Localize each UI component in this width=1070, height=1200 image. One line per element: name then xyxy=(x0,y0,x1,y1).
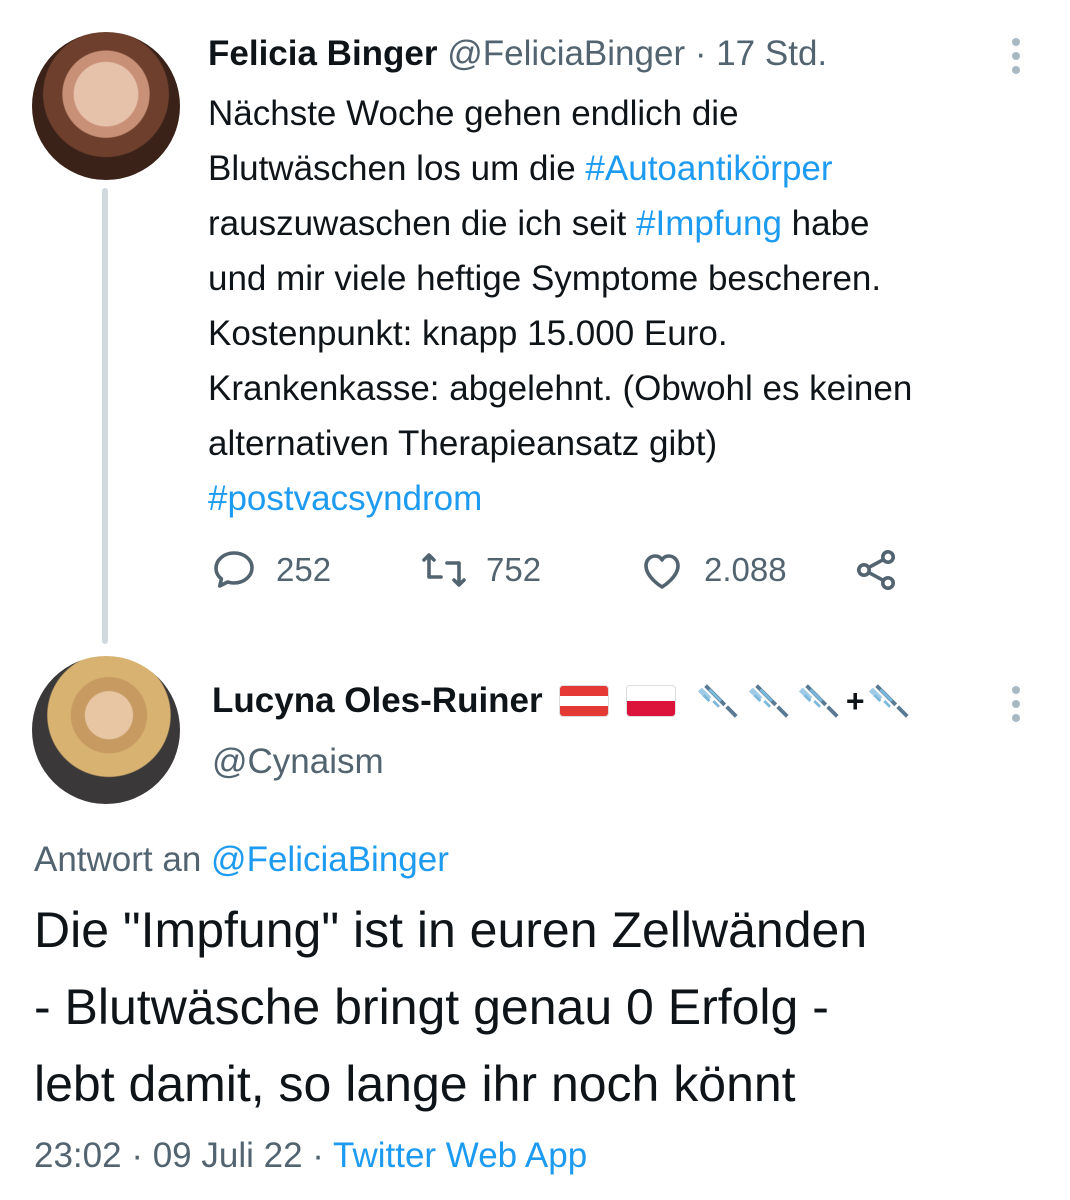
tweet-meta: 23:02 · 09 Juli 22 · Twitter Web App xyxy=(34,1134,587,1178)
separator: · xyxy=(685,34,717,73)
separator: · xyxy=(121,1136,153,1175)
text-segment: Nächste Woche gehen endlich die xyxy=(208,94,739,133)
retweet-count: 752 xyxy=(486,551,542,588)
hashtag-link[interactable]: #Autoantikörper xyxy=(585,149,832,188)
more-icon[interactable] xyxy=(1006,36,1026,76)
syringe-icon xyxy=(799,684,839,718)
author-name[interactable]: Felicia Binger xyxy=(208,34,438,73)
text-line: Nächste Woche gehen endlich die xyxy=(208,86,1028,141)
author-handle[interactable]: @FeliciaBinger xyxy=(447,34,685,73)
syringe-icon xyxy=(868,684,909,718)
share-icon xyxy=(857,550,895,590)
syringe-icon xyxy=(698,684,739,718)
reply-to: Antwort an @FeliciaBinger xyxy=(34,838,449,882)
author-name[interactable]: Lucyna Oles-Ruiner xyxy=(212,681,543,720)
hashtag-link[interactable]: #Impfung xyxy=(636,204,782,243)
text-line: Krankenkasse: abgelehnt. (Obwohl es kein… xyxy=(208,361,1028,416)
text-line: und mir viele heftige Symptome bescheren… xyxy=(208,251,1028,306)
text-line: #postvacsyndrom xyxy=(208,471,1028,526)
text-line: Blutwäschen los um die #Autoantikörper xyxy=(208,141,1028,196)
tweet-time[interactable]: 23:02 xyxy=(34,1136,122,1175)
text-segment: alternativen Therapieansatz gibt) xyxy=(208,424,718,463)
tweet2-text: Die "Impfung" ist in euren Zellwänden - … xyxy=(34,892,1044,1123)
reply-button[interactable]: 252 xyxy=(210,545,331,595)
like-count: 2.088 xyxy=(704,551,787,588)
like-icon xyxy=(644,554,680,589)
reply-icon xyxy=(214,551,254,588)
text-line: alternativen Therapieansatz gibt) xyxy=(208,416,1028,471)
text-segment: Kostenpunkt: knapp 15.000 Euro. xyxy=(208,314,728,353)
text-line: Kostenpunkt: knapp 15.000 Euro. xyxy=(208,306,1028,361)
like-button[interactable]: 2.088 xyxy=(638,545,787,595)
retweet-button[interactable]: 752 xyxy=(420,545,541,595)
text-line: rauszuwaschen die ich seit #Impfung habe xyxy=(208,196,1028,251)
text-segment: habe xyxy=(781,204,870,243)
poland-flag-icon xyxy=(625,685,676,717)
tweet-text: Nächste Woche gehen endlich die Blutwäsch… xyxy=(208,86,1028,526)
reply-label: Antwort an xyxy=(34,840,212,879)
austria-flag-icon xyxy=(559,685,610,717)
tweet2-header: Lucyna Oles-Ruiner + xyxy=(212,678,913,724)
tweet-header: Felicia Binger @FeliciaBinger · 17 Std. xyxy=(208,32,827,76)
text-line: - Blutwäsche bringt genau 0 Erfolg - xyxy=(34,979,829,1035)
text-segment: rauszuwaschen die ich seit xyxy=(208,204,636,243)
more-icon[interactable] xyxy=(1006,684,1026,724)
reply-handle-link[interactable]: @FeliciaBinger xyxy=(211,840,449,879)
text-line: lebt damit, so lange ihr noch könnt xyxy=(34,1056,796,1112)
avatar-lucyna[interactable] xyxy=(32,656,180,804)
syringe-icon xyxy=(748,684,789,718)
text-segment: und mir viele heftige Symptome bescheren… xyxy=(208,259,882,298)
author-handle[interactable]: @Cynaism xyxy=(212,740,384,784)
separator: · xyxy=(302,1136,334,1175)
text-line: Die "Impfung" ist in euren Zellwänden xyxy=(34,902,868,958)
share-button[interactable] xyxy=(852,545,900,595)
retweet-icon xyxy=(422,553,466,587)
text-segment: Krankenkasse: abgelehnt. (Obwohl es kein… xyxy=(208,369,913,408)
thread-line xyxy=(102,188,108,644)
plus-sign: + xyxy=(845,682,865,719)
reply-count: 252 xyxy=(276,551,332,588)
avatar-felicia[interactable] xyxy=(32,32,180,180)
tweet-time[interactable]: 17 Std. xyxy=(716,34,827,73)
source-link[interactable]: Twitter Web App xyxy=(333,1136,587,1175)
hashtag-link[interactable]: #postvacsyndrom xyxy=(208,479,482,518)
text-segment: Blutwäschen los um die xyxy=(208,149,586,188)
tweet-date[interactable]: 09 Juli 22 xyxy=(153,1136,303,1175)
